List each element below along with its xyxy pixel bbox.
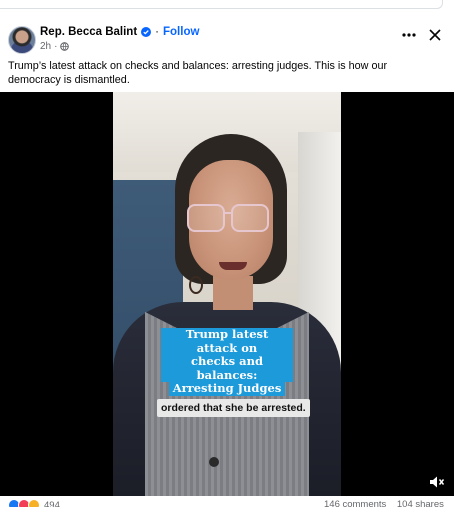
vest-button [209,457,219,467]
haha-reaction-icon [28,499,40,507]
reaction-count: 494 [44,499,60,507]
reactions-summary[interactable]: 494 [8,499,60,507]
meta-separator: · [54,41,58,52]
video-caption: Trump latest attack on checks and balanc… [161,327,293,396]
comments-count[interactable]: 146 comments [324,499,386,507]
avatar[interactable] [8,26,36,54]
glasses-left-lens [187,204,225,232]
post-text: Trump’s latest attack on checks and bala… [8,60,388,86]
speaker-neck [213,276,253,310]
volume-icon [430,476,445,488]
shares-count[interactable]: 104 shares [397,499,444,507]
card-border [0,0,443,9]
more-options-icon [402,33,416,37]
post-header: Rep. Becca Balint · Follow 2h · [0,18,454,56]
video-subtitle: ordered that she be arrested. [157,399,310,417]
close-button[interactable] [424,24,446,46]
post-meta: 2h · [40,41,70,52]
close-icon [429,29,441,41]
more-options-button[interactable] [398,26,420,44]
post-footer: 494 146 comments 104 shares [0,497,454,507]
video-frame[interactable]: Trump latest attack on checks and balanc… [113,92,341,496]
glasses-right-lens [231,204,269,232]
caption-line: Trump latest attack on [161,327,293,355]
author-line: Rep. Becca Balint · Follow [40,26,199,38]
engagement-counts: 146 comments 104 shares [324,499,444,507]
verified-badge-icon [141,27,152,37]
video-player[interactable]: Trump latest attack on checks and balanc… [0,92,454,496]
previous-post-edge [0,0,454,14]
post-time[interactable]: 2h [40,41,51,52]
speaker-mouth [219,262,247,270]
volume-button[interactable] [428,474,446,490]
caption-line: checks and balances: [161,354,293,382]
caption-line: Arresting Judges [168,381,286,396]
speaker-earring [189,276,203,294]
author-name[interactable]: Rep. Becca Balint [40,26,137,38]
globe-icon [60,42,70,51]
separator-dot: · [155,26,159,38]
follow-button[interactable]: Follow [163,26,199,38]
